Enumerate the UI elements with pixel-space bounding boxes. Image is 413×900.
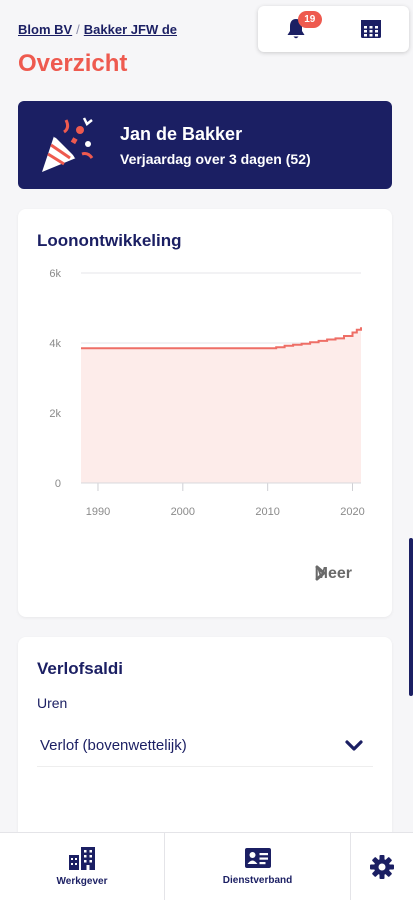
y-tick-label: 0 bbox=[55, 478, 61, 490]
nav-settings[interactable] bbox=[351, 833, 413, 900]
breadcrumb-company-link[interactable]: Blom BV bbox=[18, 22, 72, 37]
x-tick-label: 2000 bbox=[171, 506, 195, 518]
nav-dienstverband-label: Dienstverband bbox=[222, 875, 293, 886]
nav-werkgever[interactable]: Werkgever bbox=[0, 833, 165, 900]
nav-dienstverband[interactable]: Dienstverband bbox=[165, 833, 351, 900]
calendar-icon bbox=[361, 20, 382, 38]
id-card-icon bbox=[244, 848, 271, 868]
more-button[interactable]: Meer bbox=[315, 565, 352, 583]
x-tick-label: 2010 bbox=[255, 506, 279, 518]
birthday-message: Verjaardag over 3 dagen (52) bbox=[120, 150, 311, 167]
nav-werkgever-label: Werkgever bbox=[56, 876, 108, 887]
leave-unit-label: Uren bbox=[37, 695, 68, 711]
leave-type-select[interactable]: Verlof (bovenwettelijk) bbox=[37, 725, 373, 767]
scrollbar-thumb[interactable] bbox=[409, 538, 413, 696]
y-tick-label: 2k bbox=[49, 408, 61, 420]
gear-icon bbox=[370, 854, 394, 879]
salary-area bbox=[81, 327, 361, 483]
leave-balances-card: Verlofsaldi Uren Verlof (bovenwettelijk) bbox=[18, 637, 392, 847]
bottom-navigation: Werkgever Dienstverband bbox=[0, 832, 413, 900]
notifications-badge: 19 bbox=[297, 11, 322, 28]
party-popper-icon bbox=[42, 117, 94, 172]
salary-chart: 0 2k 4k 6k 1990 2000 2010 2020 bbox=[49, 268, 364, 518]
page-title: Overzicht bbox=[18, 50, 128, 77]
leave-type-value: Verlof (bovenwettelijk) bbox=[40, 737, 187, 754]
y-tick-label: 4k bbox=[49, 338, 61, 350]
birthday-banner[interactable]: Jan de Bakker Verjaardag over 3 dagen (5… bbox=[18, 101, 392, 189]
top-actions: 19 bbox=[258, 6, 409, 52]
breadcrumb: Blom BV / Bakker JFW de bbox=[18, 22, 177, 37]
notifications-button[interactable]: 19 bbox=[278, 11, 322, 47]
x-tick-label: 2020 bbox=[340, 506, 364, 518]
leave-balances-title: Verlofsaldi bbox=[37, 659, 123, 678]
chevron-right-icon bbox=[315, 565, 326, 581]
breadcrumb-separator: / bbox=[76, 22, 80, 37]
x-tick-label: 1990 bbox=[86, 506, 110, 518]
building-icon bbox=[69, 847, 95, 870]
birthday-name: Jan de Bakker bbox=[120, 123, 243, 144]
y-tick-label: 6k bbox=[49, 268, 61, 280]
calendar-button[interactable] bbox=[353, 11, 389, 47]
chevron-down-icon bbox=[345, 739, 363, 751]
salary-development-card: Loonontwikkeling 0 2k 4k 6k 1990 2000 2010 2020… bbox=[18, 209, 392, 617]
breadcrumb-employee-link[interactable]: Bakker JFW de bbox=[84, 22, 177, 37]
